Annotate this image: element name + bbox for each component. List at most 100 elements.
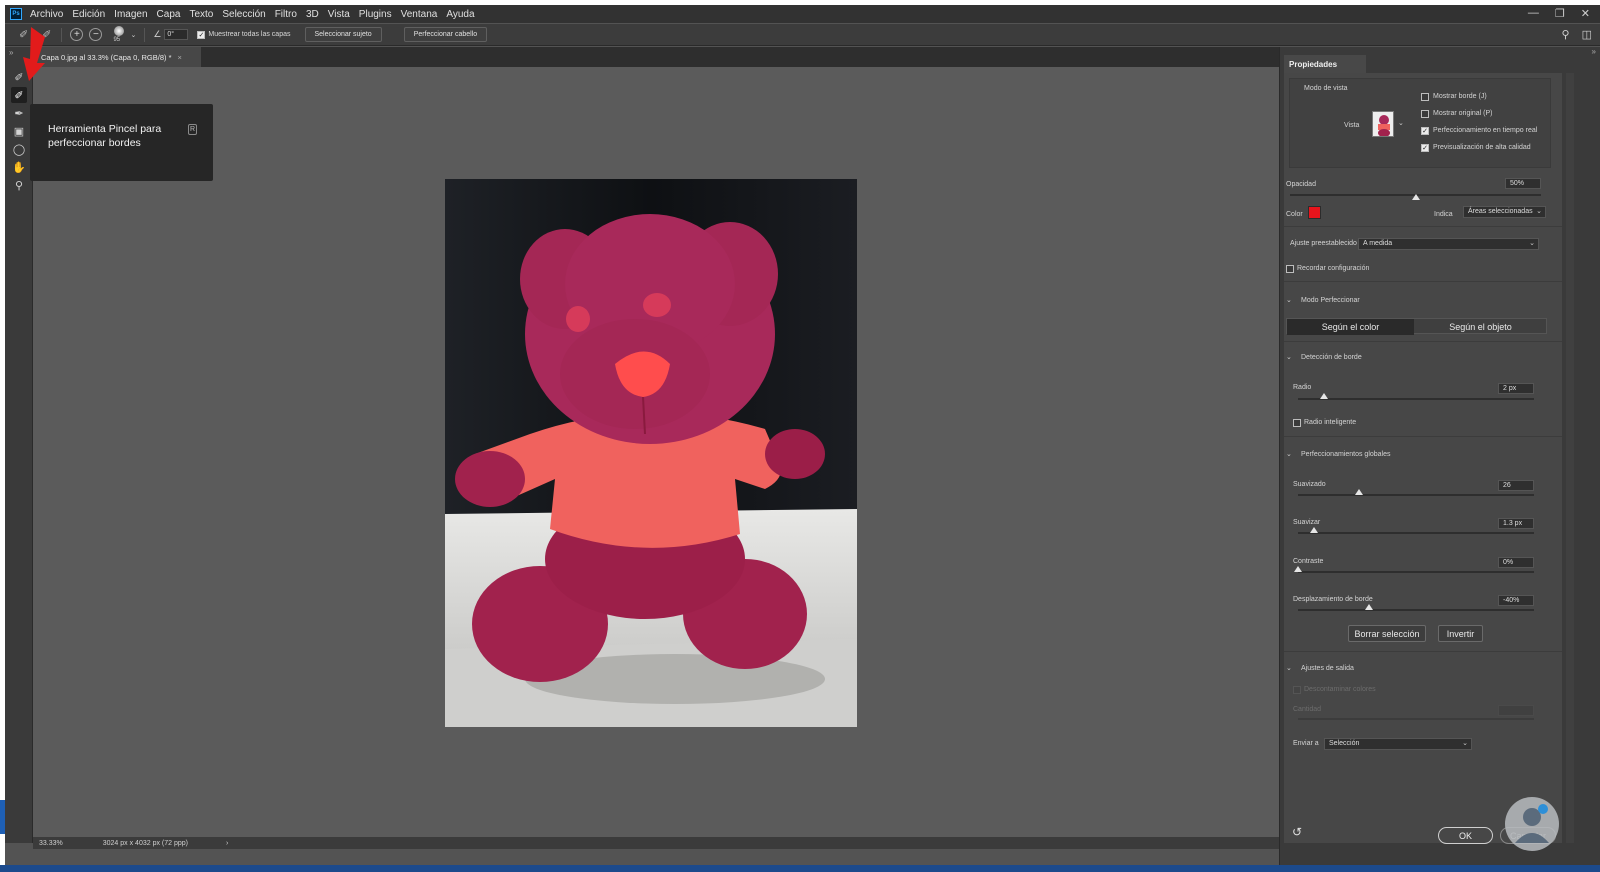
minimize-icon[interactable]: — [1528,7,1539,20]
shift-edge-slider-thumb[interactable] [1365,604,1373,610]
menu-plugins[interactable]: Plugins [359,9,392,20]
output-to-select[interactable]: Selección ⌄ [1324,738,1472,750]
menu-seleccion[interactable]: Selección [222,9,265,20]
close-window-icon[interactable]: ✕ [1581,7,1590,20]
contrast-slider-thumb[interactable] [1294,566,1302,572]
angle-icon: ∠ [153,29,162,39]
brush-size-picker[interactable]: 95 [112,25,126,44]
menu-archivo[interactable]: Archivo [30,9,63,20]
shift-edge-input[interactable]: -40% [1498,595,1534,606]
indicates-label: Indica [1434,211,1453,218]
menu-edicion[interactable]: Edición [72,9,105,20]
zoom-level[interactable]: 33.33% [39,840,63,847]
properties-tab[interactable]: Propiedades [1284,55,1366,73]
chevron-down-icon[interactable]: ⌄ [1286,296,1292,304]
by-color-button[interactable]: Según el color [1287,319,1414,335]
panel-scrollbar[interactable] [1566,73,1574,843]
radius-input[interactable]: 2 px [1498,383,1534,394]
document-tab-title: Capa 0.jpg al 33.3% (Capa 0, RGB/8) * [41,52,172,62]
tool-column: » ✐ ✐ ✒ ▣ ◯ ✋ ⚲ [5,47,33,843]
view-thumbnail[interactable] [1372,111,1394,137]
chevron-down-icon[interactable]: ⌄ [1398,119,1404,127]
chevron-down-icon[interactable]: ⌄ [1286,450,1292,458]
menu-ayuda[interactable]: Ayuda [446,9,474,20]
search-icon[interactable]: ⚲ [1562,28,1570,41]
smooth-input[interactable]: 26 [1498,480,1534,491]
realtime-refine-label: Perfeccionamiento en tiempo real [1433,127,1538,134]
menu-capa[interactable]: Capa [157,9,181,20]
menu-ventana[interactable]: Ventana [401,9,438,20]
collapse-panel-icon[interactable]: » [1592,47,1596,56]
remember-settings-checkbox[interactable] [1286,265,1294,273]
object-selection-tool-icon[interactable]: ▣ [11,123,27,139]
reset-icon[interactable]: ↺ [1292,825,1302,839]
hq-preview-checkbox[interactable]: ✓ [1421,144,1429,152]
screenshot-frame: Ps Archivo Edición Imagen Capa Texto Sel… [0,0,1600,872]
lasso-tool-icon[interactable]: ◯ [11,141,27,157]
realtime-refine-checkbox[interactable]: ✓ [1421,127,1429,135]
photoshop-window: Ps Archivo Edición Imagen Capa Texto Sel… [5,5,1600,865]
close-tab-icon[interactable]: × [178,53,182,62]
divider [1284,436,1562,437]
add-to-area-icon[interactable]: + [70,28,84,41]
by-object-button[interactable]: Según el objeto [1415,319,1546,335]
document-tab[interactable]: Capa 0.jpg al 33.3% (Capa 0, RGB/8) * × [33,47,201,67]
shift-edge-slider-track[interactable] [1298,609,1534,611]
feather-input[interactable]: 1.3 px [1498,518,1534,529]
zoom-tool-icon[interactable]: ⚲ [11,177,27,193]
menu-vista[interactable]: Vista [328,9,350,20]
chevron-down-icon: ⌄ [1462,740,1468,747]
angle-input[interactable]: 0° [164,29,189,40]
ok-button[interactable]: OK [1438,827,1493,844]
refine-mode-title: Modo Perfeccionar [1301,297,1360,304]
feather-slider-track[interactable] [1298,532,1534,534]
smooth-slider-thumb[interactable] [1355,489,1363,495]
show-original-checkbox[interactable] [1421,110,1429,118]
workspace-icon[interactable]: ◫ [1582,28,1592,41]
smooth-slider-track[interactable] [1298,494,1534,496]
menu-filtro[interactable]: Filtro [275,9,297,20]
options-bar: ✐ ✐ + − 95 ⌄ ∠ 0° ✓ Muestrear todas las … [5,24,1600,46]
refine-edge-brush-tool-icon[interactable]: ✐ [11,87,27,103]
contrast-label: Contraste [1293,558,1324,565]
color-label: Color [1286,211,1303,218]
smooth-label: Suavizado [1293,481,1326,488]
overlay-color-swatch[interactable] [1308,206,1321,219]
remember-settings-label: Recordar configuración [1297,265,1370,272]
document-image [445,179,857,727]
clear-selection-button[interactable]: Borrar selección [1348,625,1426,642]
amount-input [1498,705,1534,716]
contrast-input[interactable]: 0% [1498,557,1534,568]
decontaminate-checkbox[interactable] [1293,686,1301,694]
preset-select[interactable]: A medida ⌄ [1358,238,1539,250]
menu-imagen[interactable]: Imagen [114,9,147,20]
chevron-down-icon[interactable]: ⌄ [130,31,136,39]
refine-hair-button[interactable]: Perfeccionar cabello [403,27,488,42]
sample-all-layers-checkbox[interactable]: ✓ [197,30,206,39]
radius-slider-track[interactable] [1298,398,1534,400]
smart-radius-checkbox[interactable] [1293,419,1301,427]
contrast-slider-track[interactable] [1298,571,1534,573]
opacity-slider-thumb[interactable] [1411,194,1420,200]
chevron-down-icon[interactable]: ⌄ [1286,664,1292,672]
hand-tool-icon[interactable]: ✋ [11,159,27,175]
restore-icon[interactable]: ❐ [1555,7,1565,20]
preset-value: A medida [1363,240,1393,247]
collapse-panel-icon[interactable]: » [9,48,13,57]
select-subject-button[interactable]: Seleccionar sujeto [304,27,382,42]
invert-button[interactable]: Invertir [1438,625,1483,642]
chevron-down-icon[interactable]: ⌄ [1286,353,1292,361]
canvas-area[interactable] [33,67,1279,837]
menu-texto[interactable]: Texto [189,9,213,20]
subtract-from-area-icon[interactable]: − [89,28,103,41]
indicates-select[interactable]: Áreas seleccionadas ⌄ [1463,206,1546,218]
opacity-input[interactable]: 50% [1505,178,1541,189]
menu-3d[interactable]: 3D [306,9,319,20]
radius-slider-thumb[interactable] [1320,393,1328,399]
status-arrow-icon[interactable]: › [226,840,228,847]
hq-preview-label: Previsualización de alta calidad [1433,144,1531,151]
show-edge-checkbox[interactable] [1421,93,1429,101]
global-refinements-title: Perfeccionamientos globales [1301,451,1391,458]
brush-tool-icon[interactable]: ✒ [11,105,27,121]
feather-slider-thumb[interactable] [1310,527,1318,533]
